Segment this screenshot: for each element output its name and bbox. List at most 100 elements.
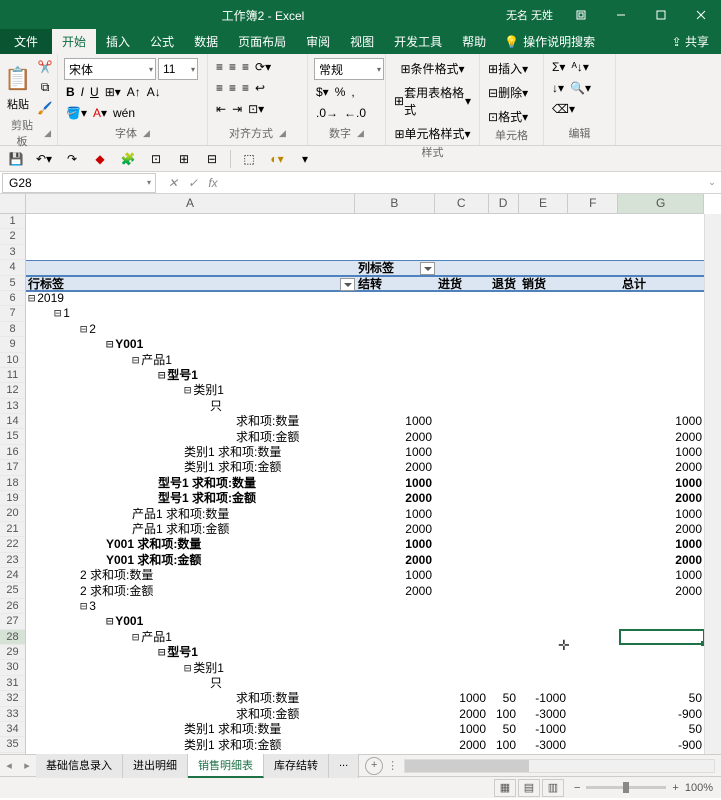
pivot-value[interactable]: 50 <box>620 722 702 737</box>
pivot-value[interactable]: 1000 <box>356 537 432 552</box>
pivot-value[interactable]: 2000 <box>620 553 702 568</box>
pivot-value[interactable]: 1000 <box>356 507 432 522</box>
phonetic-icon[interactable]: wén <box>111 104 137 122</box>
align-middle-icon[interactable]: ≡ <box>227 58 238 76</box>
tab-help[interactable]: 帮助 <box>452 29 496 54</box>
copy-icon[interactable]: ⧉ <box>36 78 55 97</box>
row-header[interactable]: 5 <box>0 276 25 291</box>
row-header[interactable]: 30 <box>0 660 25 675</box>
comma-icon[interactable]: , <box>349 83 356 101</box>
grid-row[interactable]: ⊟产品1 <box>26 353 704 368</box>
pivot-value[interactable]: 1000 <box>620 414 702 429</box>
pivot-value[interactable]: 1000 <box>436 691 486 706</box>
grid-row[interactable]: ⊟Y001 <box>26 614 704 629</box>
tab-home[interactable]: 开始 <box>52 29 96 54</box>
qat-icon-6[interactable]: ⬚ <box>239 149 259 169</box>
grid-row[interactable]: Y001 求和项:数量10001000 <box>26 537 704 552</box>
number-format-combo[interactable]: 常规▾ <box>314 58 384 80</box>
pivot-value[interactable]: 1000 <box>620 568 702 583</box>
pivot-value[interactable]: 2000 <box>356 584 432 599</box>
clipboard-dialog-launcher[interactable]: ◢ <box>44 128 51 139</box>
tab-layout[interactable]: 页面布局 <box>228 29 296 54</box>
row-header[interactable]: 35 <box>0 737 25 752</box>
tab-review[interactable]: 审阅 <box>296 29 340 54</box>
italic-button[interactable]: I <box>79 83 86 101</box>
sheet-tab[interactable]: 库存结转 <box>264 754 329 778</box>
close-icon[interactable] <box>681 0 721 30</box>
pivot-row-label[interactable]: ⊟类别1 <box>184 383 224 398</box>
minimize-icon[interactable] <box>601 0 641 30</box>
name-box[interactable]: G28▾ <box>2 173 156 193</box>
grid-row[interactable]: ⊟Y001 <box>26 337 704 352</box>
pivot-value[interactable]: -1000 <box>520 691 566 706</box>
grid-row[interactable]: ⊟型号1 <box>26 368 704 383</box>
pivot-row-label[interactable]: ⊟2 <box>80 322 96 337</box>
font-name-combo[interactable]: 宋体▾ <box>64 58 156 80</box>
pivot-row-label[interactable]: ⊟Y001 <box>106 337 143 352</box>
clear-icon[interactable]: ⌫▾ <box>550 100 577 118</box>
pivot-value[interactable]: -900 <box>620 738 702 753</box>
row-header[interactable]: 11 <box>0 368 25 383</box>
increase-indent-icon[interactable]: ⇥ <box>230 100 244 118</box>
row-header[interactable]: 7 <box>0 306 25 321</box>
pivot-row-label[interactable]: ⊟类别1 <box>184 661 224 676</box>
grid-row[interactable]: 类别1 求和项:金额20002000 <box>26 460 704 475</box>
insert-function-icon[interactable]: fx <box>204 176 222 190</box>
pivot-value[interactable]: 2000 <box>620 460 702 475</box>
pivot-row-label[interactable]: 求和项:数量 <box>236 414 299 429</box>
pivot-value[interactable]: 2000 <box>436 707 486 722</box>
col-header-E[interactable]: E <box>519 194 569 213</box>
grid-row[interactable]: 2 求和项:数量10001000 <box>26 568 704 583</box>
pivot-value[interactable]: 2000 <box>436 738 486 753</box>
col-label-filter-icon[interactable] <box>420 262 435 275</box>
percent-icon[interactable]: % <box>333 83 348 101</box>
row-header[interactable]: 8 <box>0 322 25 337</box>
increase-font-icon[interactable]: A↑ <box>125 83 143 101</box>
tab-developer[interactable]: 开发工具 <box>384 29 452 54</box>
border-button[interactable]: ⊞▾ <box>103 83 123 101</box>
find-select-icon[interactable]: 🔍▾ <box>568 79 593 97</box>
share-button[interactable]: ⇪ 共享 <box>660 29 721 54</box>
formula-expand-icon[interactable]: ⌄ <box>703 177 721 188</box>
merge-icon[interactable]: ⊡▾ <box>246 100 266 118</box>
font-size-combo[interactable]: 11▾ <box>158 58 198 80</box>
fill-icon[interactable]: ↓▾ <box>550 79 566 97</box>
decrease-font-icon[interactable]: A↓ <box>145 83 163 101</box>
row-header[interactable]: 24 <box>0 568 25 583</box>
grid-row[interactable]: 类别1 求和项:数量100050-100050 <box>26 722 704 737</box>
grid-row[interactable]: 求和项:金额2000100-3000-900 <box>26 707 704 722</box>
decrease-decimal-icon[interactable]: ←.0 <box>342 104 368 122</box>
qat-more-icon[interactable]: ▾ <box>295 149 315 169</box>
pivot-row-label[interactable]: 类别1 求和项:数量 <box>184 722 281 737</box>
pivot-row-label[interactable]: 求和项:金额 <box>236 707 299 722</box>
pivot-value[interactable]: 1000 <box>436 722 486 737</box>
pivot-row-label[interactable]: ⊟2019 <box>28 291 64 306</box>
pivot-value[interactable]: -1000 <box>520 722 566 737</box>
cell-style-button[interactable]: ⊞ 单元格样式 ▾ <box>392 123 473 144</box>
grid-row[interactable]: 只 <box>26 399 704 414</box>
pivot-row-label[interactable]: 产品1 求和项:数量 <box>132 507 229 522</box>
orientation-icon[interactable]: ⟳▾ <box>253 58 273 76</box>
increase-decimal-icon[interactable]: .0→ <box>314 104 340 122</box>
horizontal-scrollbar[interactable] <box>404 759 715 773</box>
add-sheet-button[interactable]: + <box>365 757 383 775</box>
pivot-row-label[interactable]: ⊟产品1 <box>132 630 172 645</box>
qat-icon-4[interactable]: ⊞ <box>174 149 194 169</box>
grid-row[interactable]: 类别1 求和项:金额2000100-3000-900 <box>26 738 704 753</box>
row-header[interactable]: 33 <box>0 707 25 722</box>
pivot-value[interactable]: 2000 <box>620 584 702 599</box>
grid-row[interactable]: ⊟类别1 <box>26 661 704 676</box>
sheet-tab[interactable]: ... <box>329 754 359 778</box>
normal-view-icon[interactable]: ▦ <box>494 779 516 797</box>
pivot-value[interactable]: 2000 <box>356 430 432 445</box>
row-header[interactable]: 10 <box>0 353 25 368</box>
row-header[interactable]: 2 <box>0 229 25 244</box>
vertical-scrollbar[interactable] <box>704 214 721 754</box>
pivot-row-label[interactable]: ⊟型号1 <box>158 368 198 383</box>
pivot-row-label[interactable]: ⊟型号1 <box>158 645 198 660</box>
font-color-icon[interactable]: A▾ <box>91 104 109 122</box>
grid-row[interactable]: 列标签 <box>26 260 704 275</box>
align-right-icon[interactable]: ≡ <box>240 79 251 97</box>
row-header[interactable]: 15 <box>0 429 25 444</box>
pivot-row-label[interactable]: Y001 求和项:数量 <box>106 537 201 552</box>
